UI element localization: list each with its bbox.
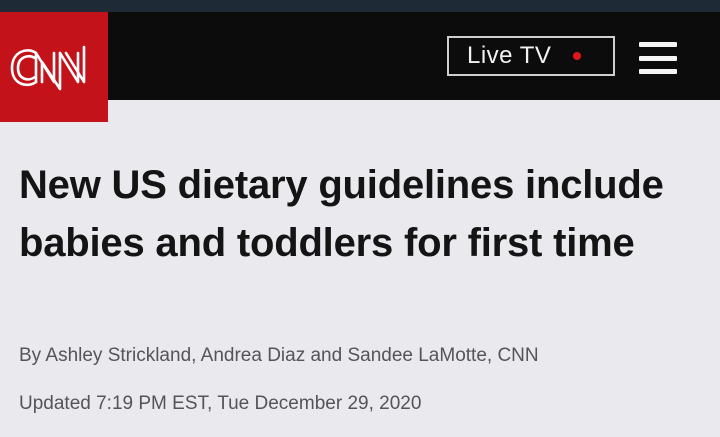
cnn-logo-icon <box>10 45 86 91</box>
article-headline: New US dietary guidelines include babies… <box>19 163 664 265</box>
article-timestamp: Updated 7:19 PM EST, Tue December 29, 20… <box>19 393 422 414</box>
live-tv-button[interactable]: Live TV <box>447 36 615 76</box>
menu-bar-top <box>639 42 677 47</box>
article-byline: By Ashley Strickland, Andrea Diaz and Sa… <box>19 345 539 366</box>
live-dot-icon <box>573 52 582 60</box>
top-strip <box>0 0 720 12</box>
menu-bar-bottom <box>639 69 677 74</box>
page: Live TV New US dietary guidelines includ… <box>0 0 720 437</box>
cnn-logo[interactable] <box>0 12 108 122</box>
hamburger-menu-icon[interactable] <box>639 42 677 74</box>
menu-bar-middle <box>639 55 677 61</box>
live-tv-label: Live TV <box>467 42 552 69</box>
